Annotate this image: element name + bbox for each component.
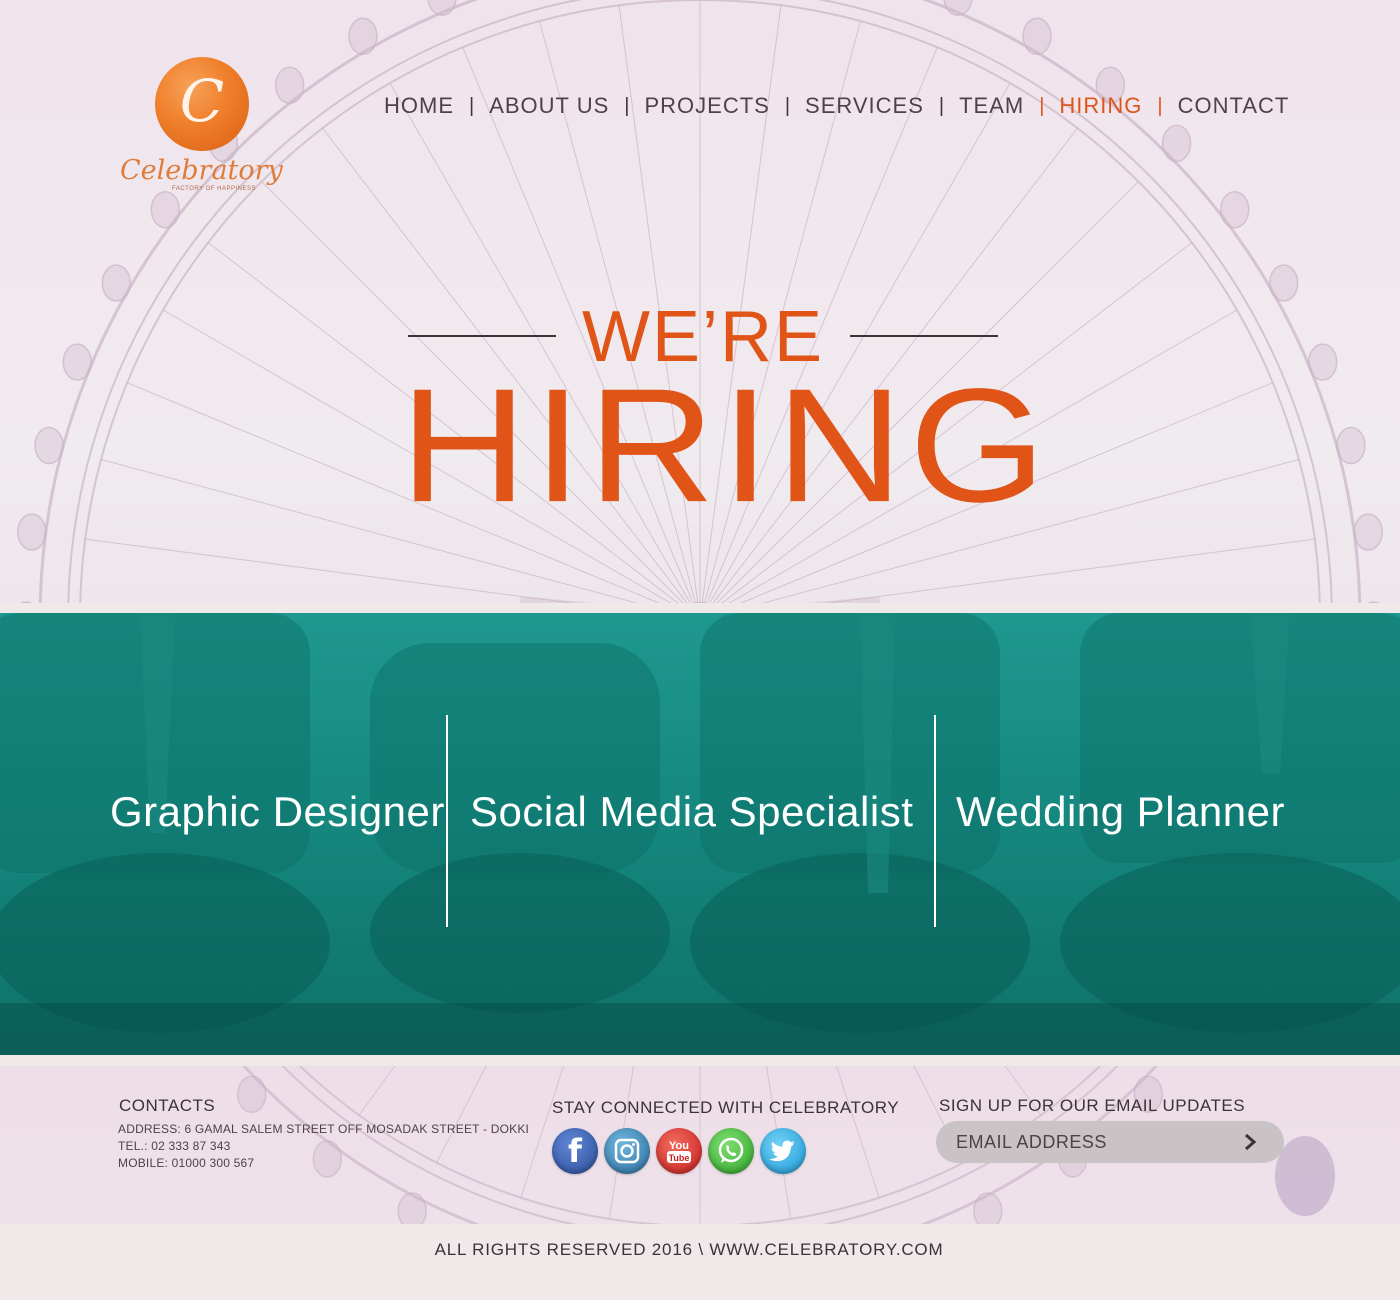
whatsapp-icon[interactable] [708, 1128, 754, 1174]
nav-separator: | [469, 94, 475, 117]
job-divider [934, 715, 936, 927]
celebratory-logo[interactable]: C Celebratory FACTORY OF HAPPINESS [118, 55, 283, 200]
nav-separator: | [624, 94, 630, 117]
copyright-bar: ALL RIGHTS RESERVED 2016 \ WWW.CELEBRATO… [0, 1224, 1400, 1300]
nav-item-home[interactable]: HOME [384, 93, 454, 119]
job-openings-section: Graphic Designer Social Media Specialist… [0, 613, 1400, 1055]
svg-text:You: You [669, 1140, 689, 1152]
nav-item-hiring[interactable]: HIRING [1059, 93, 1142, 119]
email-input[interactable] [956, 1127, 1246, 1157]
social-title: STAY CONNECTED WITH CELEBRATORY [552, 1098, 900, 1117]
social-icons: f You Tube [552, 1128, 806, 1174]
nav-item-projects[interactable]: PROJECTS [644, 93, 769, 119]
nav-item-contact[interactable]: CONTACT [1178, 93, 1290, 119]
nav-separator: | [1039, 94, 1045, 117]
facebook-icon[interactable]: f [552, 1128, 598, 1174]
chevron-right-icon[interactable] [1238, 1130, 1262, 1154]
job-divider [446, 715, 448, 927]
job-wedding-planner[interactable]: Wedding Planner [956, 788, 1285, 836]
copyright-text[interactable]: ALL RIGHTS RESERVED 2016 \ WWW.CELEBRATO… [0, 1240, 1378, 1260]
nav-item-services[interactable]: SERVICES [805, 93, 924, 119]
newsletter-title: SIGN UP FOR OUR EMAIL UPDATES [939, 1096, 1246, 1115]
twitter-icon[interactable] [760, 1128, 806, 1174]
headline-hiring: HIRING [400, 355, 1052, 537]
contact-address: ADDRESS: 6 GAMAL SALEM STREET OFF MOSADA… [118, 1122, 530, 1136]
logo-tagline: FACTORY OF HAPPINESS [172, 186, 257, 192]
nav-separator: | [938, 94, 945, 117]
logo-emblem: C [155, 57, 249, 151]
nav-separator: | [1157, 94, 1163, 117]
contacts-title: CONTACTS [119, 1096, 216, 1115]
contact-mobile[interactable]: MOBILE: 01000 300 567 [118, 1156, 254, 1170]
svg-text:Tube: Tube [669, 1153, 690, 1163]
nav-separator: | [784, 94, 791, 117]
nav-item-about-us[interactable]: ABOUT US [489, 93, 609, 119]
job-graphic-designer[interactable]: Graphic Designer [110, 788, 445, 836]
logo-name: Celebratory [120, 155, 283, 186]
headline-rule-right [850, 335, 998, 337]
job-social-media-specialist[interactable]: Social Media Specialist [470, 788, 913, 836]
hero-section: C Celebratory FACTORY OF HAPPINESS HOME … [0, 0, 1400, 603]
main-nav: HOME | ABOUT US | PROJECTS | SERVICES | … [384, 90, 1289, 122]
contact-tel[interactable]: TEL.: 02 333 87 343 [118, 1139, 231, 1153]
nav-item-team[interactable]: TEAM [959, 93, 1024, 119]
instagram-icon[interactable] [604, 1128, 650, 1174]
email-signup-field[interactable] [936, 1121, 1284, 1163]
youtube-icon[interactable]: You Tube [656, 1128, 702, 1174]
footer-section: CONTACTS ADDRESS: 6 GAMAL SALEM STREET O… [0, 1066, 1400, 1224]
